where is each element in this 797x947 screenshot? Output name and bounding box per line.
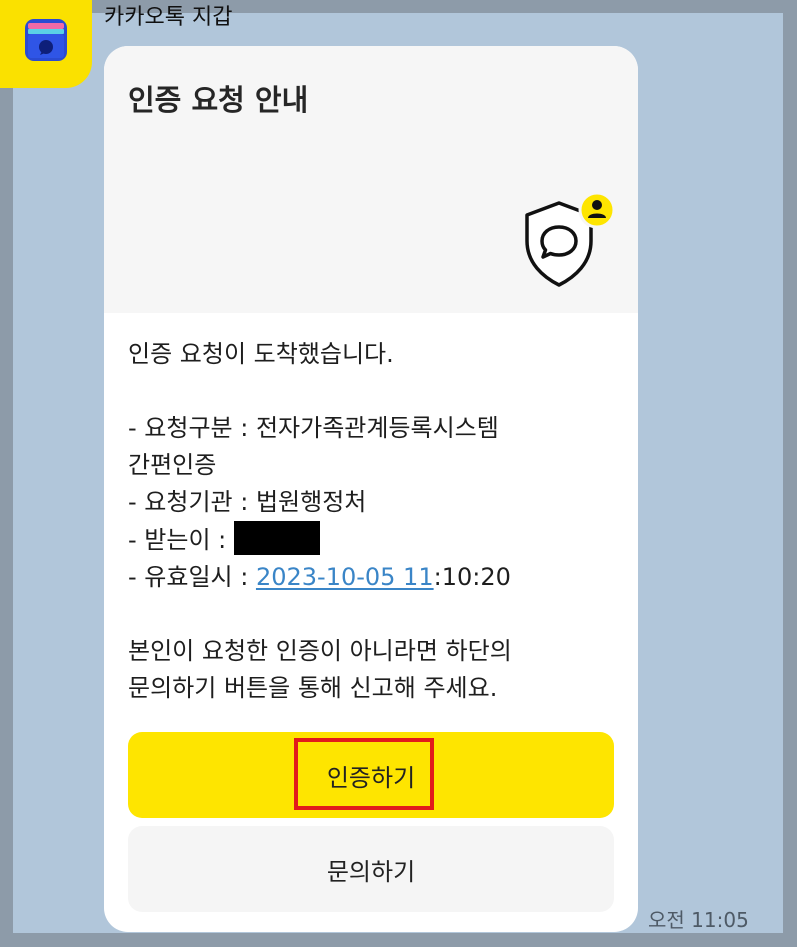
notice-line-1: 본인이 요청한 인증이 아니라면 하단의 [128,637,512,665]
card-header: 인증 요청 안내 [104,46,638,313]
card-body: 인증 요청이 도착했습니다. - 요청구분 : 전자가족관계등록시스템 간편인증… [128,336,628,707]
person-badge-icon [578,191,616,229]
notice-line-2: 문의하기 버튼을 통해 신고해 주세요. [128,674,498,702]
inquiry-button-label: 문의하기 [326,857,416,886]
request-agency-line: - 요청기관 : 법원행정처 [128,488,367,516]
valid-until-time-rest: :10:20 [433,563,511,591]
card-title: 인증 요청 안내 [128,83,309,117]
sender-avatar[interactable] [0,0,92,88]
message-timestamp: 오전 11:05 [648,908,749,932]
authenticate-button[interactable]: 인증하기 [128,732,614,818]
request-type-line: - 요청구분 : 전자가족관계등록시스템 [128,414,499,442]
request-type-continuation: 간편인증 [128,451,217,479]
redacted-recipient [233,521,320,555]
sender-name: 카카오톡 지갑 [104,5,233,30]
valid-until-label: - 유효일시 : [128,563,256,591]
valid-until-line: - 유효일시 : 2023-10-05 11:10:20 [128,559,628,596]
authenticate-button-label: 인증하기 [326,763,416,792]
recipient-label: - 받는이 : [128,526,234,554]
greeting-text: 인증 요청이 도착했습니다. [128,340,394,368]
valid-until-datetime-link[interactable]: 2023-10-05 11 [256,563,434,591]
chat-screen: 카카오톡 지갑 인증 요청 안내 인증 요청이 도착했습니다. - 요청구분 :… [0,0,797,947]
auth-request-card: 인증 요청 안내 인증 요청이 도착했습니다. - 요청구분 : 전자가족관계등… [104,46,638,932]
inquiry-button[interactable]: 문의하기 [128,826,614,912]
shield-chat-icon [525,191,616,287]
wallet-icon [25,19,67,61]
recipient-line: - 받는이 : [128,521,628,559]
